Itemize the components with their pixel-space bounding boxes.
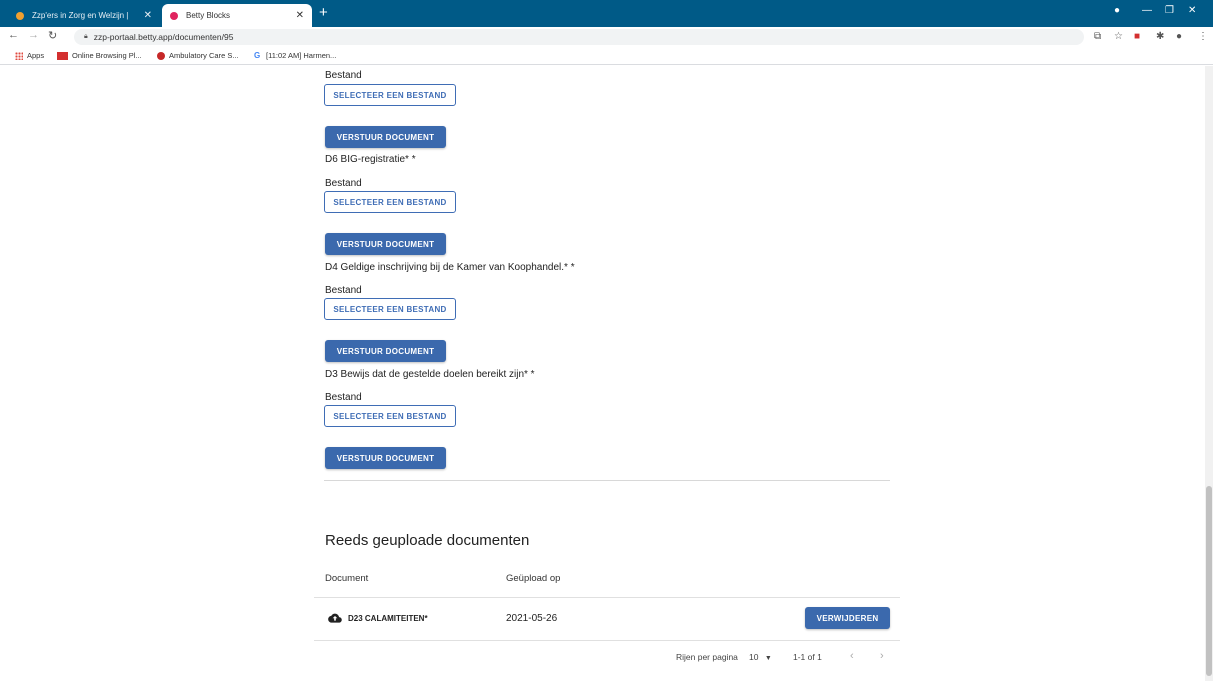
document-title-d3: D3 Bewijs dat de gestelde doelen bereikt…: [325, 369, 535, 380]
menu-kebab-icon[interactable]: ⋮: [1198, 31, 1208, 42]
close-window-icon[interactable]: ✕: [1188, 5, 1196, 16]
pagination-range: 1-1 of 1: [793, 652, 822, 662]
translate-icon[interactable]: ⧉: [1094, 31, 1101, 42]
bookmarks-bar: Apps Online Browsing Pl... Ambulatory Ca…: [0, 47, 1213, 65]
bookmark-star-icon[interactable]: ☆: [1114, 31, 1123, 42]
select-file-button[interactable]: SELECTEER EEN BESTAND: [324, 84, 456, 106]
minimize-icon[interactable]: —: [1142, 5, 1152, 16]
table-header-divider: [314, 597, 900, 598]
bookmark-harmen[interactable]: G [11:02 AM] Harmen...: [254, 51, 336, 60]
close-tab-icon[interactable]: ✕: [296, 10, 304, 21]
extensions-puzzle-icon[interactable]: ✱: [1156, 31, 1164, 42]
back-icon[interactable]: ←: [8, 29, 19, 41]
rows-per-page-select[interactable]: 10 ▼: [749, 652, 772, 662]
reload-icon[interactable]: ↻: [48, 29, 57, 42]
file-label: Bestand: [325, 70, 362, 81]
bookmark-label: Apps: [27, 51, 45, 60]
browser-tab-bar: Zzp'ers in Zorg en Welzijn | ✕ Betty Blo…: [0, 0, 1213, 27]
red-square-icon: [57, 51, 68, 60]
send-document-button[interactable]: VERSTUUR DOCUMENT: [325, 447, 446, 469]
chevron-down-icon: ▼: [764, 655, 772, 662]
tab-betty-blocks[interactable]: Betty Blocks ✕: [162, 4, 312, 27]
lock-icon: 🔒︎: [84, 33, 88, 40]
bookmark-online-browsing[interactable]: Online Browsing Pl...: [57, 51, 142, 60]
document-name-cell: D23 CALAMITEITEN*: [328, 613, 428, 623]
upload-date: 2021-05-26: [506, 613, 558, 624]
page-content: Bestand SELECTEER EEN BESTAND VERSTUUR D…: [0, 66, 1205, 681]
delete-button[interactable]: VERWIJDEREN: [805, 607, 890, 629]
bookmark-ambulatory-care[interactable]: Ambulatory Care S...: [157, 51, 239, 60]
rows-per-page-value: 10: [749, 652, 759, 662]
file-label: Bestand: [325, 178, 362, 189]
document-title-d4: D4 Geldige inschrijving bij de Kamer van…: [325, 262, 575, 273]
column-header-uploaded-on: Geüpload op: [506, 573, 561, 584]
tab-title: Zzp'ers in Zorg en Welzijn |: [32, 11, 129, 20]
restore-icon[interactable]: ❐: [1165, 5, 1174, 16]
red-circle-icon: [157, 51, 165, 60]
pdf-extension-icon[interactable]: ■: [1134, 31, 1140, 42]
send-document-button[interactable]: VERSTUUR DOCUMENT: [325, 233, 446, 255]
next-page-icon[interactable]: ›: [880, 650, 884, 662]
bookmark-label: Online Browsing Pl...: [72, 51, 142, 60]
address-bar-row: ← → ↻ 🔒︎ zzp-portaal.betty.app/documente…: [0, 27, 1213, 47]
close-tab-icon[interactable]: ✕: [144, 10, 152, 21]
file-label: Bestand: [325, 392, 362, 403]
select-file-button[interactable]: SELECTEER EEN BESTAND: [324, 191, 456, 213]
tab-title: Betty Blocks: [186, 11, 231, 20]
url-field[interactable]: 🔒︎ zzp-portaal.betty.app/documenten/95: [74, 29, 1084, 45]
send-document-button[interactable]: VERSTUUR DOCUMENT: [325, 340, 446, 362]
bookmark-label: [11:02 AM] Harmen...: [266, 51, 337, 60]
file-label: Bestand: [325, 285, 362, 296]
apps-grid-icon: [15, 51, 23, 60]
google-icon: G: [254, 50, 261, 60]
bookmark-label: Ambulatory Care S...: [169, 51, 239, 60]
forward-icon[interactable]: →: [28, 29, 39, 41]
section-divider: [324, 480, 890, 481]
cloud-upload-icon: [328, 613, 342, 623]
new-tab-button[interactable]: +: [319, 5, 328, 21]
rows-per-page-label: Rijen per pagina: [676, 652, 738, 662]
url-text: zzp-portaal.betty.app/documenten/95: [93, 32, 234, 42]
profile-indicator-icon[interactable]: ●: [1114, 5, 1120, 16]
document-title-d6: D6 BIG-registratie* *: [325, 154, 416, 165]
previous-page-icon[interactable]: ‹: [850, 650, 854, 662]
uploaded-documents-title: Reeds geuploade documenten: [325, 532, 530, 549]
betty-blocks-favicon-icon: [170, 11, 178, 20]
select-file-button[interactable]: SELECTEER EEN BESTAND: [324, 405, 456, 427]
bookmark-apps[interactable]: Apps: [15, 51, 44, 60]
document-name: D23 CALAMITEITEN*: [348, 613, 428, 623]
scrollbar-thumb[interactable]: [1206, 486, 1212, 676]
select-file-button[interactable]: SELECTEER EEN BESTAND: [324, 298, 456, 320]
profile-avatar-icon[interactable]: ●: [1176, 31, 1182, 42]
table-row-divider: [314, 640, 900, 641]
orange-favicon-icon: [16, 11, 24, 20]
send-document-button[interactable]: VERSTUUR DOCUMENT: [325, 126, 446, 148]
column-header-document: Document: [325, 573, 369, 584]
tab-zzpers[interactable]: Zzp'ers in Zorg en Welzijn | ✕: [8, 4, 160, 27]
vertical-scrollbar[interactable]: [1205, 66, 1213, 681]
